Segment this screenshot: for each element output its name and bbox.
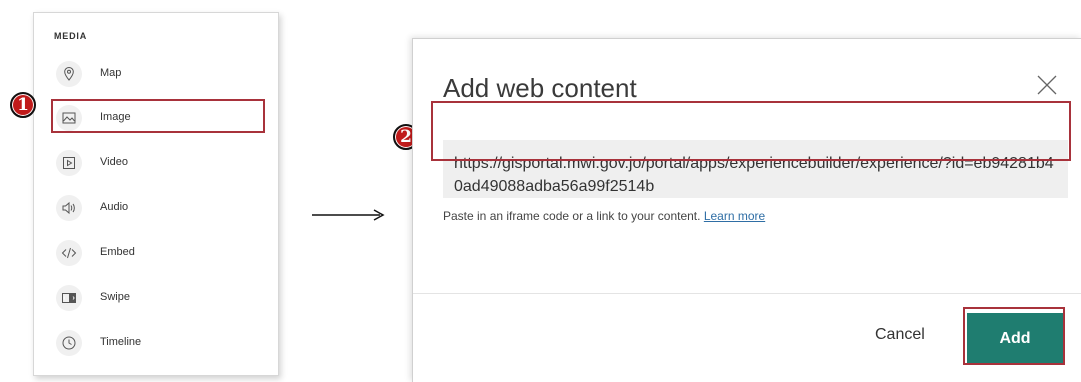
swipe-icon [56, 285, 82, 311]
media-item-timeline[interactable]: Timeline [34, 326, 278, 362]
media-item-label: Map [100, 67, 122, 79]
media-item-swipe[interactable]: Swipe [34, 281, 278, 317]
media-item-embed[interactable]: Embed [34, 236, 278, 272]
media-item-label: Video [100, 156, 128, 168]
image-item-highlight [51, 99, 265, 133]
media-panel: MEDIA Map Image Video Audio Embed Swipe … [33, 12, 279, 376]
media-item-audio[interactable]: Audio [34, 191, 278, 227]
helper-text-row: Paste in an iframe code or a link to you… [443, 209, 765, 223]
dialog-title: Add web content [443, 73, 637, 103]
map-pin-icon [56, 61, 82, 87]
url-field-highlight [431, 101, 1071, 161]
media-item-map[interactable]: Map [34, 57, 278, 93]
learn-more-link[interactable]: Learn more [704, 209, 765, 223]
helper-text: Paste in an iframe code or a link to you… [443, 209, 701, 223]
media-item-label: Timeline [100, 336, 142, 348]
cancel-button[interactable]: Cancel [875, 326, 925, 344]
step-marker-1: 1 [10, 92, 36, 118]
media-item-label: Audio [100, 201, 129, 213]
right-arrow-icon [312, 209, 385, 221]
media-item-video[interactable]: Video [34, 146, 278, 182]
media-item-label: Embed [100, 246, 135, 258]
timeline-clock-icon [56, 330, 82, 356]
close-icon[interactable] [1035, 73, 1059, 97]
video-icon [56, 150, 82, 176]
embed-code-icon [56, 240, 82, 266]
media-item-label: Swipe [100, 291, 130, 303]
audio-icon [56, 195, 82, 221]
footer-divider [413, 293, 1081, 294]
media-heading: MEDIA [54, 31, 87, 41]
add-button-highlight [963, 307, 1065, 365]
